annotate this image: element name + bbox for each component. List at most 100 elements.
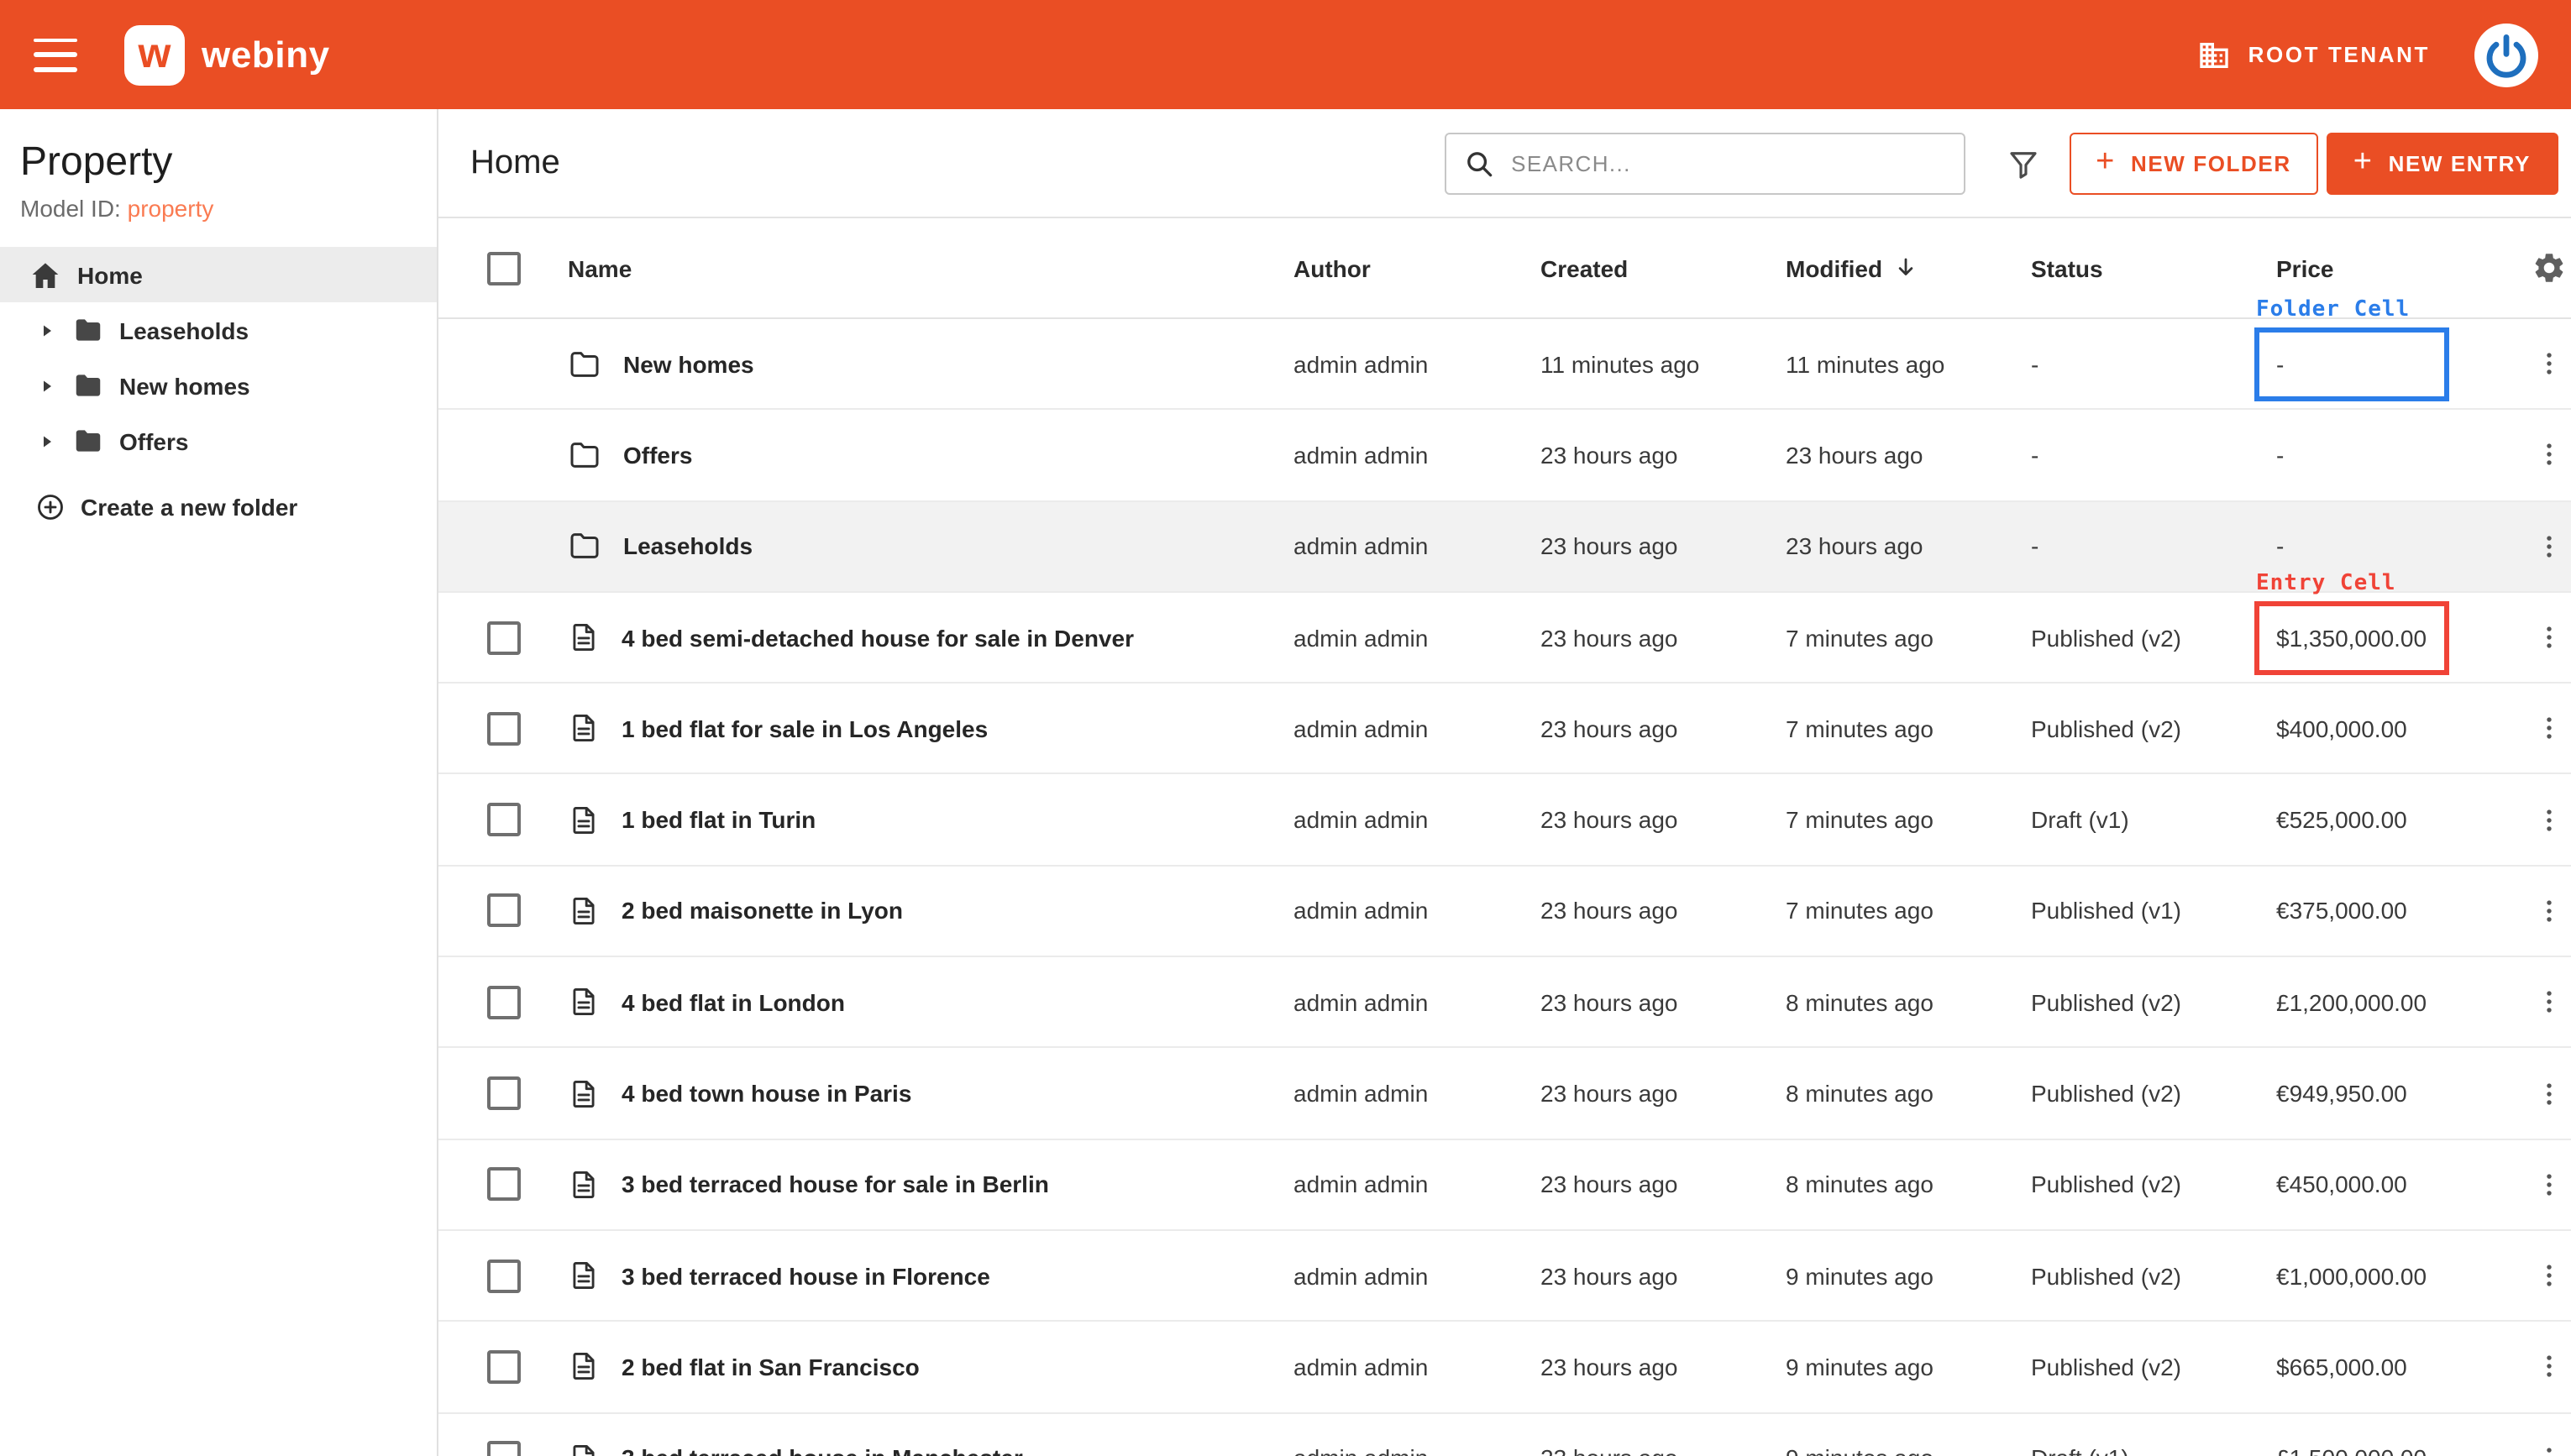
table-settings-gear-icon[interactable] [2532, 250, 2568, 285]
row-created: 23 hours ago [1540, 1444, 1786, 1456]
column-header-created[interactable]: Created [1540, 254, 1786, 281]
search-input[interactable] [1508, 149, 1946, 177]
row-created: 23 hours ago [1540, 1171, 1786, 1198]
column-header-status[interactable]: Status [2031, 254, 2276, 281]
table-row[interactable]: 4 bed semi-detached house for sale in De… [438, 593, 2571, 684]
expand-caret-icon[interactable] [35, 374, 57, 396]
home-icon [29, 258, 62, 291]
row-menu-button[interactable] [2529, 616, 2571, 658]
row-menu-button[interactable] [2529, 890, 2571, 932]
row-checkbox[interactable] [487, 1076, 521, 1110]
row-created: 23 hours ago [1540, 1354, 1786, 1380]
row-name[interactable]: 2 bed flat in San Francisco [622, 1354, 920, 1380]
webiny-logo[interactable]: w webiny [124, 24, 330, 85]
row-checkbox[interactable] [487, 803, 521, 836]
table-row[interactable]: 2 bed maisonette in Lyon admin admin 23 … [438, 867, 2571, 958]
row-created: 23 hours ago [1540, 898, 1786, 924]
row-name[interactable]: Offers [623, 442, 692, 469]
folder-icon [568, 529, 601, 563]
row-checkbox[interactable] [487, 985, 521, 1019]
row-modified: 8 minutes ago [1786, 1171, 2031, 1198]
row-checkbox[interactable] [487, 1441, 521, 1456]
sidebar-item-leaseholds[interactable]: Leaseholds [0, 302, 437, 358]
row-checkbox[interactable] [487, 1168, 521, 1202]
row-author: admin admin [1293, 1171, 1540, 1198]
row-menu-button[interactable] [2529, 343, 2571, 385]
row-menu-button[interactable] [2529, 1164, 2571, 1206]
plus-icon: + [2096, 145, 2116, 177]
new-entry-button[interactable]: + NEW ENTRY [2327, 132, 2558, 194]
document-icon [568, 986, 600, 1018]
row-modified: 11 minutes ago [1786, 350, 2031, 377]
row-name[interactable]: 3 bed terraced house in Manchester [622, 1444, 1023, 1456]
filter-icon[interactable] [2005, 145, 2040, 181]
table-row[interactable]: 2 bed flat in San Francisco admin admin … [438, 1322, 2571, 1414]
document-icon [568, 1260, 600, 1291]
row-modified: 9 minutes ago [1786, 1444, 2031, 1456]
row-menu-button[interactable] [2529, 1254, 2571, 1296]
row-name[interactable]: 1 bed flat for sale in Los Angeles [622, 715, 988, 742]
expand-caret-icon[interactable] [35, 319, 57, 341]
row-checkbox[interactable] [487, 1350, 521, 1384]
sidebar-item-offers[interactable]: Offers [0, 413, 437, 469]
row-author: admin admin [1293, 806, 1540, 833]
row-name[interactable]: Leaseholds [623, 532, 753, 559]
row-menu-button[interactable] [2529, 1072, 2571, 1114]
row-name[interactable]: 3 bed terraced house in Florence [622, 1262, 990, 1289]
table-row[interactable]: Leaseholds admin admin 23 hours ago 23 h… [438, 501, 2571, 593]
row-menu-button[interactable] [2529, 1437, 2571, 1456]
row-price: - [2276, 532, 2284, 559]
table-row[interactable]: 1 bed flat for sale in Los Angeles admin… [438, 683, 2571, 775]
row-status: Published (v2) [2031, 624, 2276, 651]
new-folder-button[interactable]: + NEW FOLDER [2069, 132, 2318, 194]
column-header-modified[interactable]: Modified [1786, 254, 2031, 281]
folder-icon [72, 369, 104, 401]
row-name[interactable]: 1 bed flat in Turin [622, 806, 816, 833]
table-row[interactable]: 3 bed terraced house in Manchester admin… [438, 1413, 2571, 1456]
row-created: 11 minutes ago [1540, 350, 1786, 377]
row-menu-button[interactable] [2529, 434, 2571, 476]
main-content: Home + NEW FOLDER [438, 109, 2571, 1456]
tenant-selector[interactable]: ROOT TENANT [2198, 38, 2430, 71]
table-row[interactable]: New homes admin admin 11 minutes ago 11 … [438, 319, 2571, 411]
sidebar-item-new-homes[interactable]: New homes [0, 358, 437, 413]
table-row[interactable]: 4 bed flat in London admin admin 23 hour… [438, 957, 2571, 1049]
select-all-checkbox[interactable] [487, 251, 521, 285]
column-header-price[interactable]: Price [2276, 254, 2528, 281]
row-status: Published (v2) [2031, 715, 2276, 742]
table-row[interactable]: 3 bed terraced house for sale in Berlin … [438, 1139, 2571, 1231]
table-row[interactable]: 3 bed terraced house in Florence admin a… [438, 1231, 2571, 1322]
row-modified: 8 minutes ago [1786, 1080, 2031, 1107]
row-checkbox[interactable] [487, 621, 521, 654]
table-row[interactable]: Offers admin admin 23 hours ago 23 hours… [438, 411, 2571, 502]
sidebar-item-home[interactable]: Home [0, 247, 437, 302]
row-name[interactable]: New homes [623, 350, 754, 377]
column-header-name[interactable]: Name [568, 254, 1293, 281]
row-name[interactable]: 4 bed town house in Paris [622, 1080, 911, 1107]
row-checkbox[interactable] [487, 894, 521, 928]
row-menu-button[interactable] [2529, 1346, 2571, 1388]
row-modified: 7 minutes ago [1786, 898, 2031, 924]
row-menu-button[interactable] [2529, 799, 2571, 841]
row-name[interactable]: 3 bed terraced house for sale in Berlin [622, 1171, 1049, 1198]
table-header: Name Author Created Modified Status Pric… [438, 218, 2571, 319]
hamburger-menu-icon[interactable] [34, 38, 77, 71]
column-header-author[interactable]: Author [1293, 254, 1540, 281]
row-menu-button[interactable] [2529, 981, 2571, 1023]
table-row[interactable]: 1 bed flat in Turin admin admin 23 hours… [438, 775, 2571, 867]
row-name[interactable]: 4 bed flat in London [622, 988, 845, 1015]
row-checkbox[interactable] [487, 712, 521, 746]
row-name[interactable]: 2 bed maisonette in Lyon [622, 898, 903, 924]
table-row[interactable]: 4 bed town house in Paris admin admin 23… [438, 1049, 2571, 1140]
user-avatar[interactable] [2474, 23, 2537, 86]
row-status: - [2031, 350, 2276, 377]
row-menu-button[interactable] [2529, 525, 2571, 567]
row-checkbox[interactable] [487, 1259, 521, 1292]
create-folder-button[interactable]: Create a new folder [0, 485, 437, 529]
tenant-label: ROOT TENANT [2248, 42, 2430, 67]
row-name[interactable]: 4 bed semi-detached house for sale in De… [622, 624, 1134, 651]
row-menu-button[interactable] [2529, 708, 2571, 750]
expand-caret-icon[interactable] [35, 430, 57, 452]
row-created: 23 hours ago [1540, 1262, 1786, 1289]
row-modified: 7 minutes ago [1786, 624, 2031, 651]
